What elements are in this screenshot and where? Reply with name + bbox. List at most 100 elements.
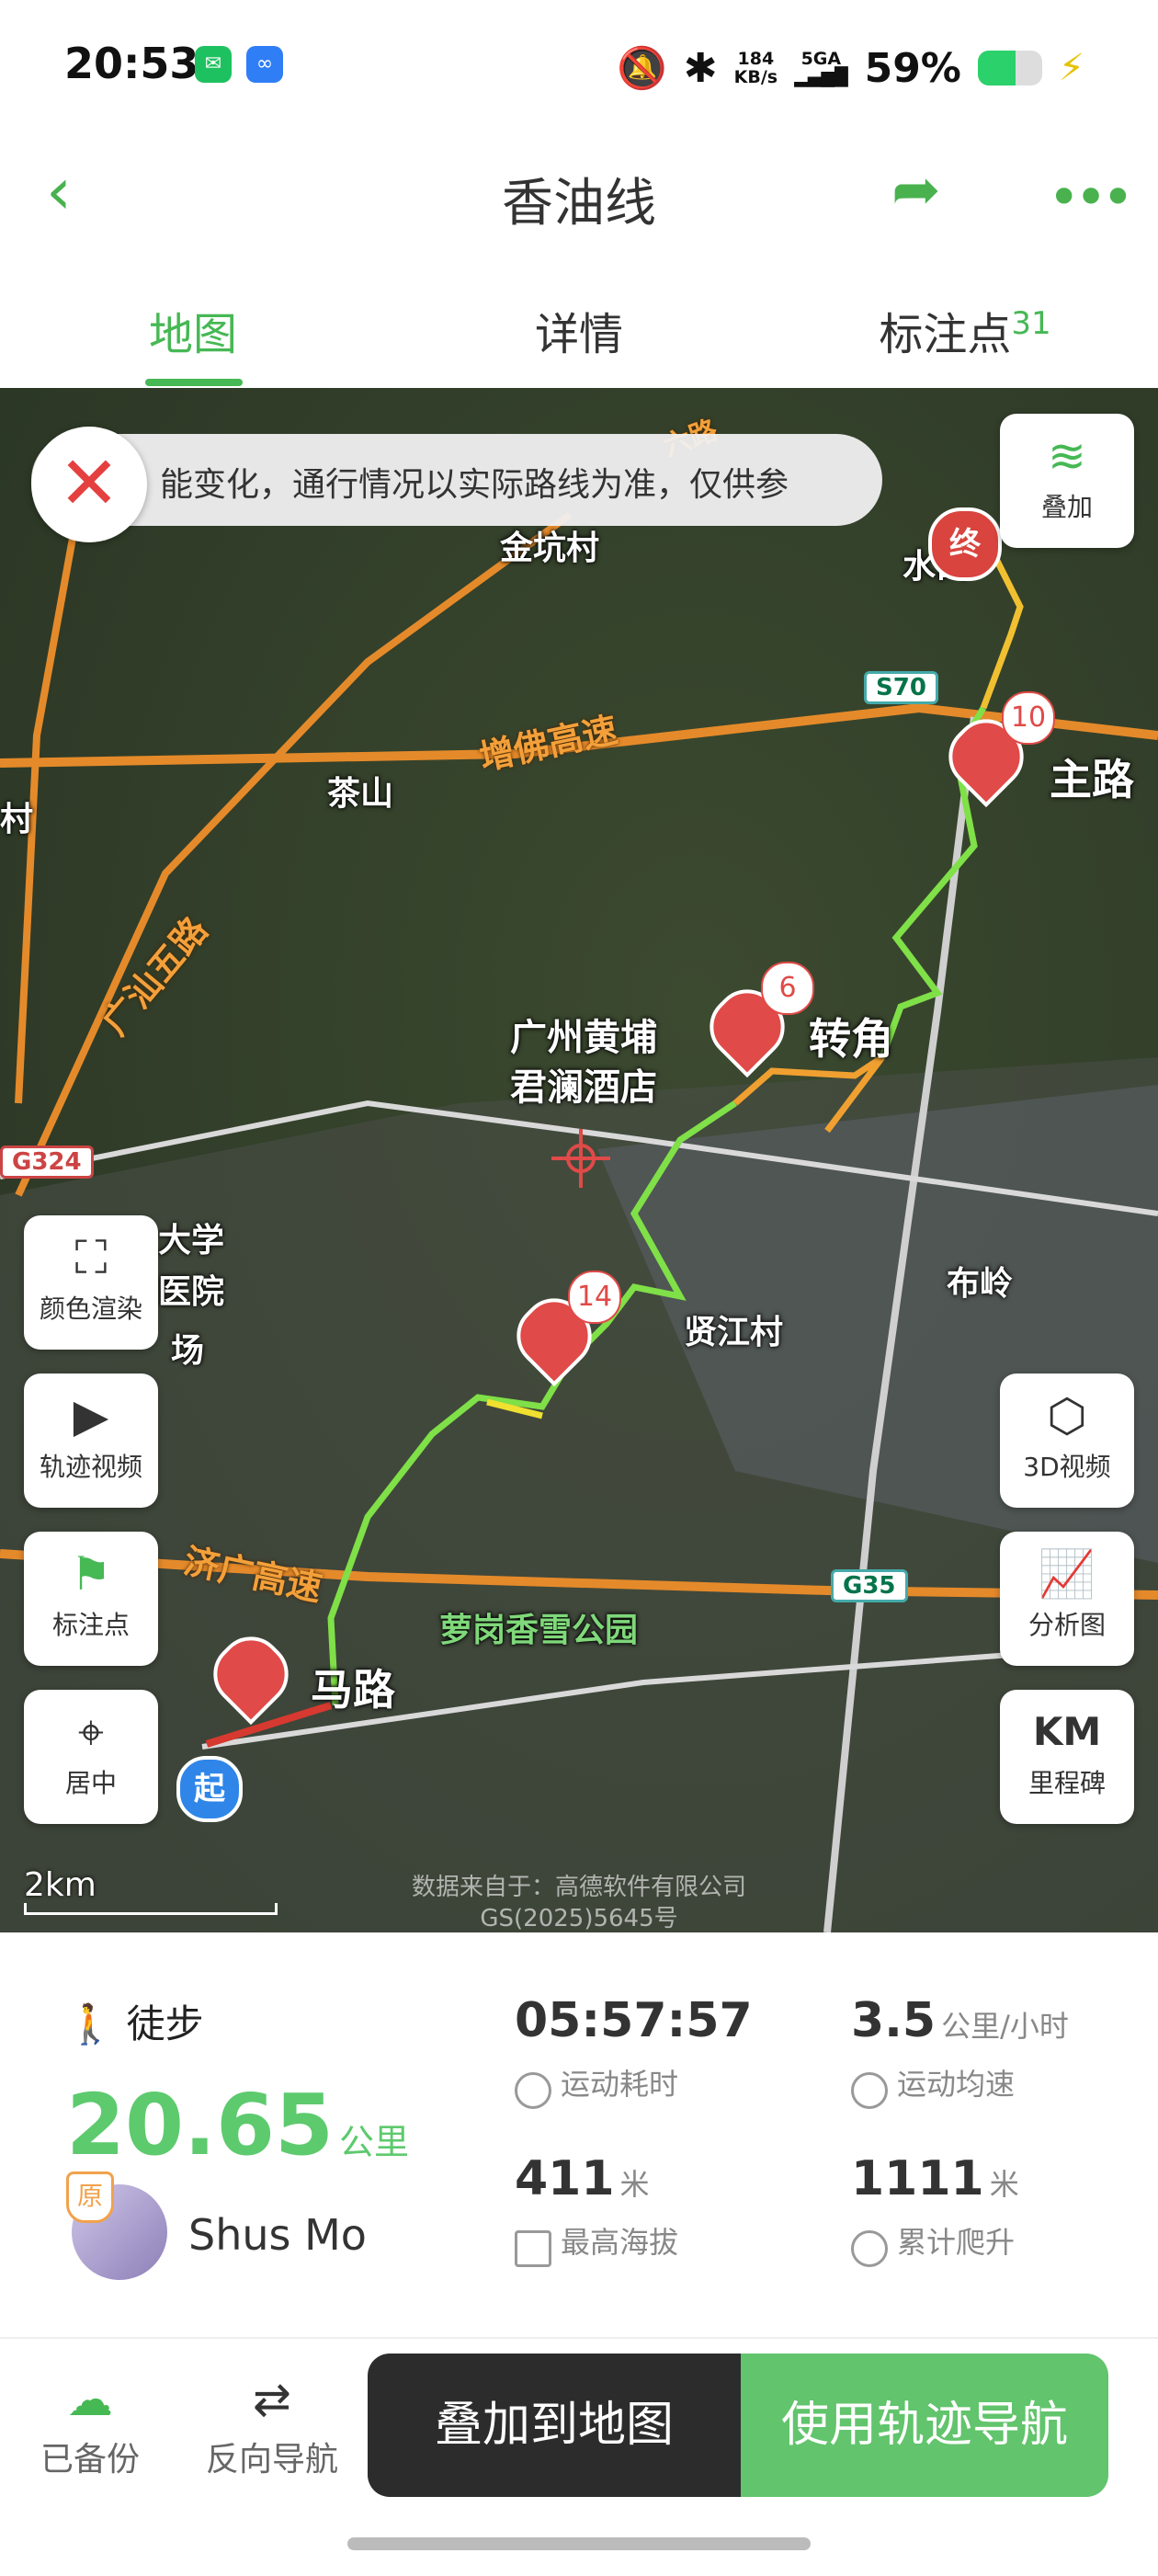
cloud-check-icon: ☁	[67, 2373, 113, 2426]
label-zhuanjiao: 转角	[809, 1014, 893, 1064]
hiking-icon: 🚶	[66, 2001, 127, 2046]
start-marker[interactable]: 起	[176, 1756, 243, 1822]
locate-icon: ⌖	[77, 1705, 105, 1759]
climb-stat: 1111 米 累计爬升	[851, 2151, 1019, 2267]
label-zhulu: 主路	[1050, 755, 1134, 804]
milestone-button[interactable]: KM 里程碑	[1000, 1690, 1134, 1824]
net-speed: 184 KB/s	[734, 50, 778, 86]
shield-g35: G35	[831, 1569, 908, 1602]
sport-label: 徒步	[126, 2001, 204, 2046]
map-credit: 数据来自于：高德软件有限公司 GS(2025)5645号	[395, 1872, 763, 1932]
backup-button[interactable]: ☁ 已备份	[7, 2372, 173, 2480]
max-alt-value: 411	[515, 2151, 615, 2206]
label-chashan: 茶山	[327, 775, 394, 813]
km-icon: KM	[1032, 1709, 1102, 1754]
label-jinkeng: 金坑村	[500, 530, 600, 567]
tab-bar: 地图 详情 标注点31	[0, 276, 1158, 386]
status-bar: 20:53 ✉ ∞ 🔕 ✱ 184 KB/s 5GA ▂▄▆█ 59% ⚡	[0, 0, 1158, 129]
climb-icon	[851, 2229, 888, 2267]
milestone-label: 里程碑	[1027, 1768, 1106, 1798]
color-render-label: 颜色渲染	[39, 1294, 142, 1324]
duration-stat: 05:57:57 运动耗时	[515, 1993, 753, 2109]
avg-speed-label: 运动均速	[897, 2067, 1016, 2102]
overlay-button[interactable]: ≋ 叠加	[1000, 414, 1134, 548]
battery-icon	[977, 51, 1042, 85]
battery-fill	[977, 51, 1016, 85]
notice-text: 能变化，通行情况以实际路线为准，仅供参	[160, 466, 789, 504]
marker-label: 标注点	[51, 1610, 130, 1640]
duration-value: 05:57:57	[515, 1993, 753, 2048]
reverse-label: 反向导航	[205, 2441, 338, 2479]
tab-markers-count: 31	[1011, 305, 1051, 342]
username[interactable]: Shus Mo	[188, 2210, 367, 2260]
map-canvas	[0, 388, 1158, 1932]
analysis-button[interactable]: 📈 分析图	[1000, 1532, 1134, 1666]
more-button[interactable]: •••	[1048, 165, 1134, 230]
label-park: 萝岗香雪公园	[439, 1612, 639, 1649]
scale-bar	[24, 1903, 278, 1915]
cube-icon: ⬡	[1047, 1389, 1087, 1442]
distance-unit: 公里	[339, 2122, 410, 2162]
climb-unit: 米	[989, 2167, 1019, 2202]
end-marker[interactable]: 终	[928, 507, 1002, 581]
map-view[interactable]: 金坑村 水口 茶山 主路 广州黄埔 君澜酒店 转角 大学 医院 场 贤江村 布岭…	[0, 388, 1158, 1932]
layers-icon: ≋	[1048, 429, 1086, 483]
close-icon: ✕	[58, 440, 120, 526]
speed-icon	[851, 2071, 888, 2109]
overlay-label: 叠加	[1040, 492, 1093, 522]
overlay-to-map-button[interactable]: 叠加到地图	[368, 2354, 741, 2497]
analysis-label: 分析图	[1027, 1610, 1106, 1640]
distance-number: 20.65	[66, 2076, 335, 2174]
pin-number-10: 10	[1002, 691, 1055, 745]
reverse-nav-button[interactable]: ⇄ 反向导航	[189, 2372, 355, 2480]
backup-label: 已备份	[40, 2441, 140, 2479]
pin-number-6: 6	[761, 962, 814, 1015]
sport-type: 🚶 徒步	[66, 1993, 204, 2049]
credit-line-1: 数据来自于：高德软件有限公司	[411, 1874, 746, 1901]
label-university: 大学	[158, 1222, 225, 1260]
label-xianjiang: 贤江村	[684, 1314, 784, 1351]
tab-details-label: 详情	[534, 309, 623, 360]
charging-icon: ⚡	[1058, 47, 1084, 89]
marker-button[interactable]: ⚑ 标注点	[24, 1532, 158, 1666]
climb-label: 累计爬升	[897, 2225, 1016, 2260]
center-label: 居中	[64, 1768, 117, 1798]
close-notice-button[interactable]: ✕	[31, 427, 147, 542]
tab-map-label: 地图	[148, 309, 237, 360]
video3d-button[interactable]: ⬡ 3D视频	[1000, 1373, 1134, 1508]
wechat-icon: ✉	[195, 46, 232, 83]
track-navigation-button[interactable]: 使用轨迹导航	[741, 2354, 1108, 2497]
signal-icon: 5GA ▂▄▆█	[794, 49, 848, 87]
shield-s70: S70	[864, 671, 938, 704]
home-indicator[interactable]	[347, 2537, 811, 2550]
track-video-label: 轨迹视频	[39, 1452, 142, 1482]
share-button[interactable]: ➦	[891, 156, 941, 224]
center-button[interactable]: ⌖ 居中	[24, 1690, 158, 1824]
tab-details[interactable]: 详情	[441, 298, 717, 362]
track-video-button[interactable]: ▶ 轨迹视频	[24, 1373, 158, 1508]
label-buling: 布岭	[947, 1265, 1014, 1303]
share-arrow-icon: ➦	[891, 156, 941, 224]
video3d-label: 3D视频	[1023, 1452, 1111, 1482]
signpost-icon: ⚑	[70, 1547, 112, 1601]
label-malu: 马路	[311, 1665, 395, 1715]
tab-markers[interactable]: 标注点31	[827, 298, 1103, 362]
shield-g324: G324	[0, 1146, 94, 1179]
color-render-icon: ⛶	[74, 1231, 108, 1284]
tab-map[interactable]: 地图	[55, 298, 331, 362]
max-altitude-stat: 411 米 最高海拔	[515, 2151, 678, 2267]
avg-speed-stat: 3.5 公里/小时 运动均速	[851, 1993, 1069, 2109]
tab-active-indicator	[145, 379, 243, 386]
dingtalk-icon: ∞	[246, 46, 283, 83]
label-cun-edge: 村	[0, 801, 34, 838]
tab-markers-label: 标注点	[879, 309, 1012, 360]
battery-percent: 59%	[864, 44, 961, 92]
chart-icon: 📈	[1038, 1547, 1096, 1601]
max-alt-unit: 米	[619, 2167, 650, 2202]
pin-number-14: 14	[568, 1271, 621, 1324]
signal-label: 5GA	[800, 49, 842, 69]
label-chang: 场	[171, 1332, 205, 1370]
color-render-button[interactable]: ⛶ 颜色渲染	[24, 1215, 158, 1350]
avg-speed-value: 3.5	[851, 1993, 937, 2048]
label-hotel: 广州黄埔 君澜酒店	[510, 1017, 657, 1109]
